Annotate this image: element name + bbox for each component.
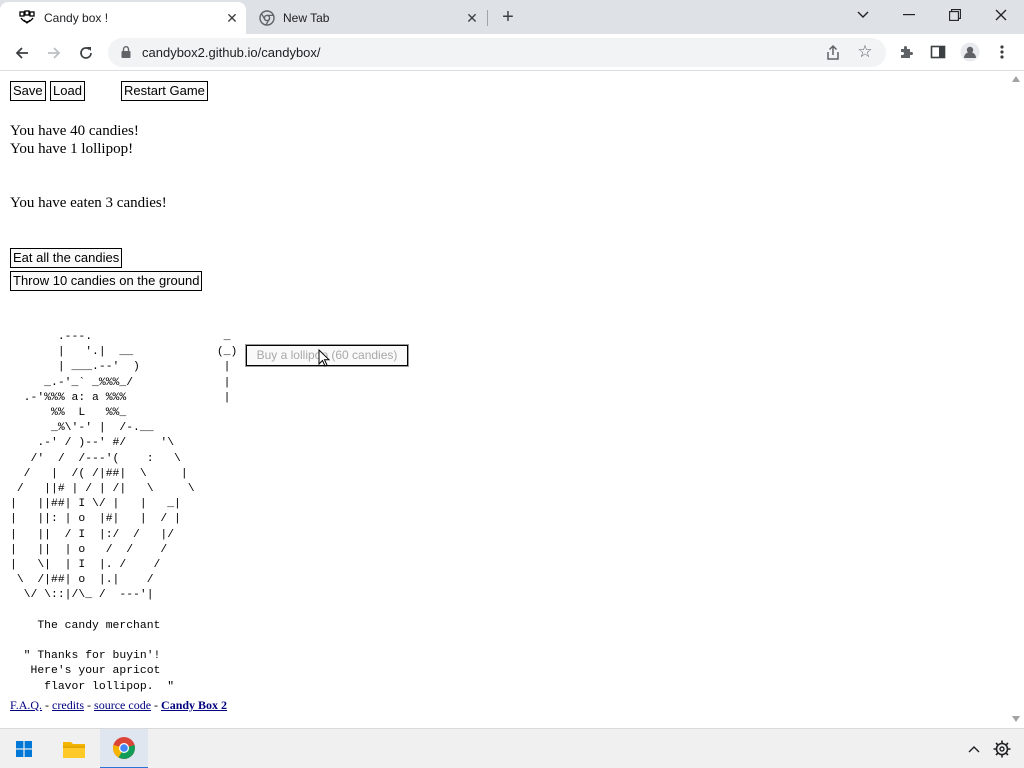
candies-eaten: You have eaten 3 candies!: [10, 195, 167, 211]
tab-title: Candy box !: [44, 11, 109, 25]
credits-link[interactable]: credits: [52, 698, 84, 712]
save-button[interactable]: Save: [10, 81, 46, 101]
game-page: Save Load Restart Game You have 40 candi…: [0, 72, 1008, 728]
reload-icon[interactable]: [74, 41, 98, 65]
source-code-link[interactable]: source code: [94, 698, 151, 712]
restart-game-button[interactable]: Restart Game: [121, 81, 208, 101]
footer-separator: -: [84, 698, 95, 712]
candy-box-2-link[interactable]: Candy Box 2: [161, 698, 227, 712]
settings-gear-icon[interactable]: [990, 729, 1014, 768]
lollipop-ascii-art: _ (_) | | |: [216, 331, 238, 404]
scroll-down-arrow-icon[interactable]: [1012, 716, 1020, 722]
lock-icon[interactable]: [119, 45, 133, 59]
restore-window-icon[interactable]: [932, 0, 978, 30]
chrome-taskbar-icon[interactable]: [100, 729, 148, 768]
faq-link[interactable]: F.A.Q.: [10, 698, 42, 712]
close-tab-icon[interactable]: ✕: [464, 10, 480, 26]
lollipop-count: You have 1 lollipop!: [10, 141, 134, 157]
scroll-up-arrow-icon[interactable]: [1012, 76, 1020, 82]
tab-search-chevron-icon[interactable]: [840, 0, 886, 30]
file-explorer-icon[interactable]: [50, 729, 98, 768]
buy-lollipop-button[interactable]: Buy a lollipop (60 candies): [245, 344, 409, 367]
bookmark-star-icon[interactable]: ☆: [856, 43, 874, 61]
footer-separator: -: [151, 698, 162, 712]
page-scrollbar[interactable]: [1008, 72, 1024, 728]
show-hidden-icons-chevron-icon[interactable]: [962, 729, 986, 768]
windows-taskbar: [0, 728, 1024, 768]
tab-title: New Tab: [283, 11, 330, 25]
browser-tab-strip: Candy box ! ✕ New Tab ✕ +: [0, 0, 1024, 34]
candies-count: You have 40 candies!: [10, 123, 139, 139]
minimize-icon[interactable]: [886, 0, 932, 30]
footer-separator: -: [42, 698, 53, 712]
address-bar[interactable]: candybox2.github.io/candybox/ ☆: [108, 38, 886, 67]
tab-new-tab[interactable]: New Tab ✕: [248, 2, 486, 34]
windows-start-icon[interactable]: [0, 729, 48, 768]
side-panel-icon[interactable]: [928, 42, 948, 62]
url-text[interactable]: candybox2.github.io/candybox/: [142, 44, 321, 61]
close-window-icon[interactable]: [978, 0, 1024, 30]
eat-candies-button[interactable]: Eat all the candies: [10, 248, 123, 268]
close-tab-icon[interactable]: ✕: [224, 10, 240, 26]
footer-links: F.A.Q. - credits - source code - Candy B…: [10, 698, 227, 712]
candy-merchant-ascii-art: .---. | '.| __ | ___.--' ) _.-'_` _%%%_/…: [10, 331, 195, 693]
browser-toolbar: candybox2.github.io/candybox/ ☆: [0, 34, 1024, 71]
chrome-favicon-icon: [259, 10, 275, 26]
candy-box-favicon-icon: [19, 10, 35, 24]
throw-candies-button[interactable]: Throw 10 candies on the ground: [10, 271, 203, 291]
tab-candy-box[interactable]: Candy box ! ✕: [0, 2, 246, 34]
tab-separator: [487, 10, 488, 26]
load-button[interactable]: Load: [50, 81, 85, 101]
kebab-menu-icon[interactable]: [992, 42, 1012, 62]
new-tab-plus-icon[interactable]: +: [499, 7, 517, 27]
profile-avatar-icon[interactable]: [960, 42, 980, 62]
forward-arrow-icon[interactable]: [42, 41, 66, 65]
back-arrow-icon[interactable]: [10, 41, 34, 65]
share-icon[interactable]: [824, 44, 842, 62]
extensions-puzzle-icon[interactable]: [896, 42, 916, 62]
